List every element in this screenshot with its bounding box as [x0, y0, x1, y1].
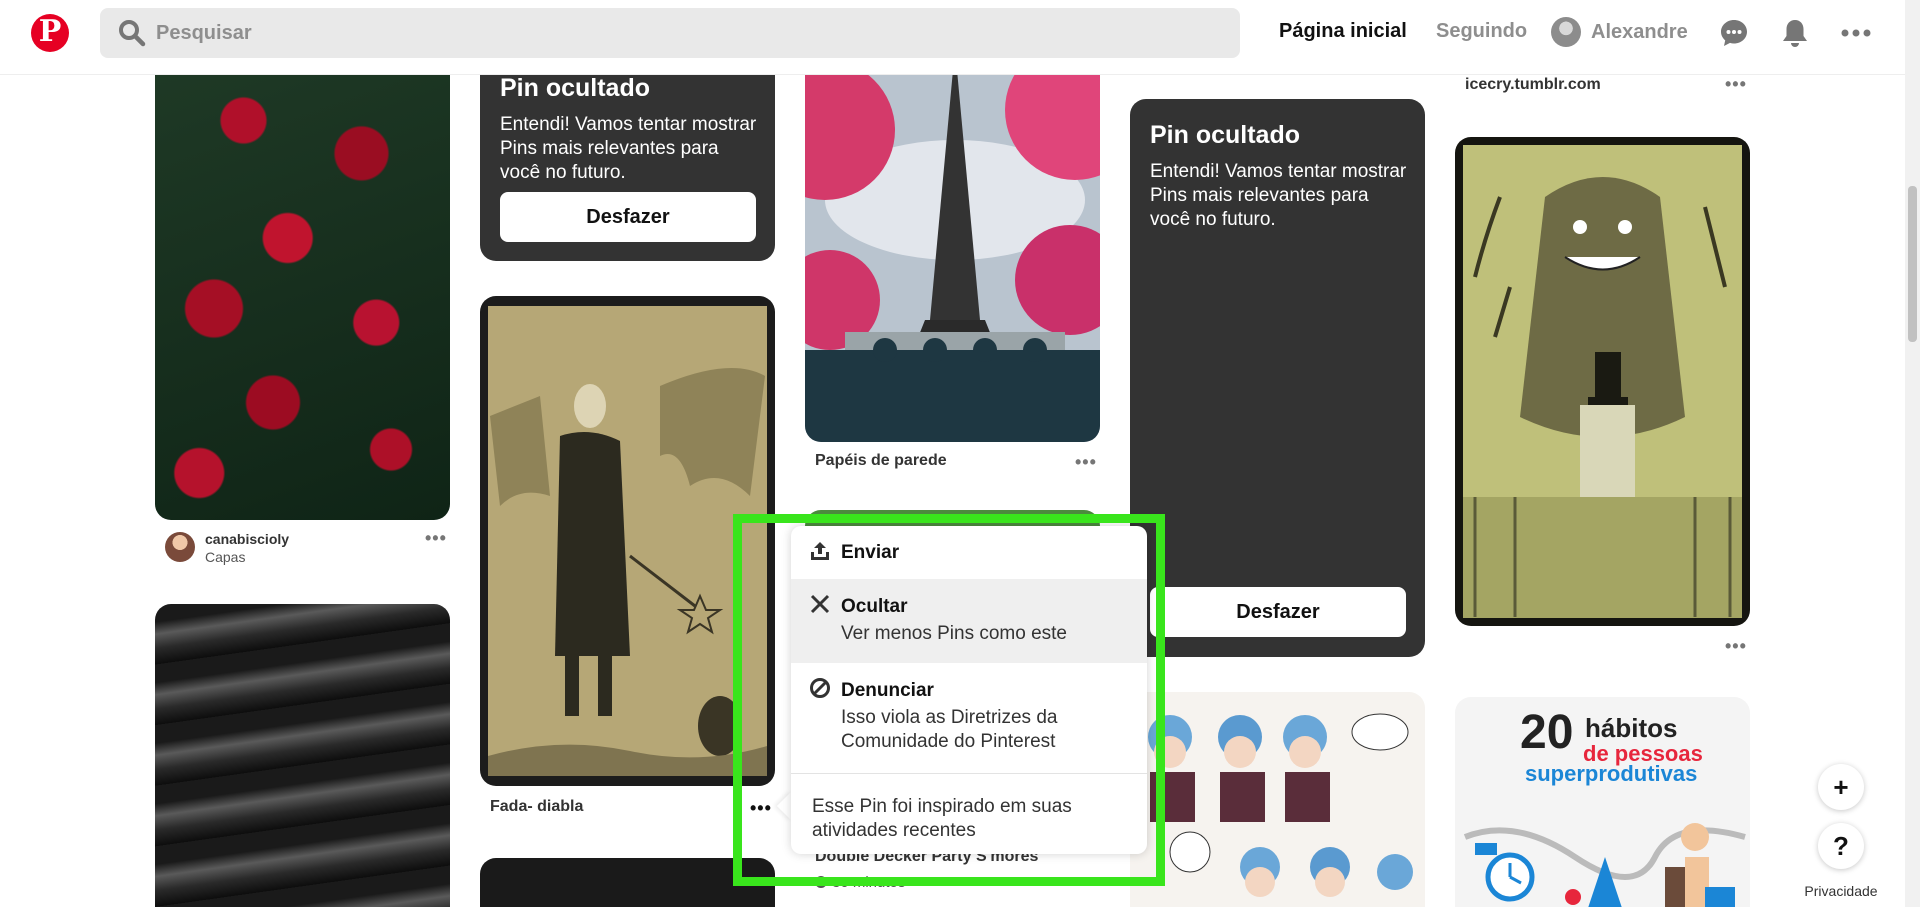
pin-image-bat-creature[interactable] — [480, 296, 775, 786]
page-scrollbar[interactable] — [1905, 0, 1920, 907]
search-input[interactable] — [156, 21, 1056, 45]
green-highlight-box — [733, 514, 1165, 886]
infographic-illustration — [1463, 823, 1746, 907]
hidden-pin-card: Pin ocultado Entendi! Vamos tentar mostr… — [480, 50, 775, 261]
nav-home[interactable]: Página inicial — [1279, 20, 1407, 43]
undo-button[interactable]: Desfazer — [1150, 587, 1406, 637]
messages-icon[interactable] — [1718, 17, 1750, 49]
pin-image-black-waves[interactable] — [155, 604, 450, 907]
nav-following[interactable]: Seguindo — [1436, 20, 1527, 43]
pin-image-paris[interactable] — [805, 50, 1100, 442]
hidden-pin-title: Pin ocultado — [500, 74, 650, 102]
top-header: P Página inicial Seguindo Alexandre — [0, 0, 1905, 74]
hidden-pin-card: Pin ocultado Entendi! Vamos tentar mostr… — [1130, 99, 1425, 657]
pin-more-button[interactable]: ••• — [1725, 636, 1747, 657]
hidden-pin-title: Pin ocultado — [1150, 121, 1300, 149]
avatar — [1551, 17, 1581, 47]
search-icon — [118, 19, 146, 47]
pin-board-name[interactable]: Capas — [205, 549, 245, 565]
pin-more-button[interactable]: ••• — [1725, 74, 1747, 95]
scrollbar-thumb[interactable] — [1908, 186, 1917, 342]
pin-image-infographic[interactable]: 20 hábitos de pessoas superprodutivas — [1455, 697, 1750, 907]
paris-illustration — [805, 50, 1100, 442]
green-monster-illustration — [1463, 145, 1742, 618]
author-avatar[interactable] — [165, 532, 195, 562]
hidden-pin-message: Entendi! Vamos tentar mostrar Pins mais … — [1150, 161, 1407, 230]
add-button[interactable]: + — [1818, 764, 1864, 810]
search-bar[interactable] — [100, 8, 1240, 58]
pin-author-name[interactable]: canabiscioly — [205, 531, 289, 547]
pin-more-button[interactable]: ••• — [425, 528, 447, 549]
pin-title[interactable]: icecry.tumblr.com — [1465, 76, 1601, 94]
pin-image-green-monster[interactable] — [1455, 137, 1750, 626]
pin-title[interactable]: Fada- diabla — [490, 798, 583, 816]
notifications-icon[interactable] — [1779, 17, 1811, 49]
comic-illustration — [1148, 713, 1413, 897]
infographic-number: 20 — [1520, 706, 1574, 759]
undo-button[interactable]: Desfazer — [500, 192, 756, 242]
pin-image-comic[interactable] — [1130, 692, 1425, 907]
pin-image-roses[interactable] — [155, 50, 450, 520]
pinterest-logo-icon: P — [38, 14, 62, 49]
help-button[interactable]: ? — [1818, 823, 1864, 869]
pin-image-dark[interactable] — [480, 858, 775, 907]
privacy-link[interactable]: Privacidade — [1797, 879, 1885, 903]
pinterest-logo[interactable]: P — [31, 14, 69, 52]
user-name: Alexandre — [1591, 20, 1688, 43]
pin-more-button[interactable]: ••• — [1075, 452, 1097, 473]
pin-title[interactable]: Papéis de parede — [815, 452, 947, 470]
infographic-word3: superprodutivas — [1525, 761, 1698, 786]
hidden-pin-message: Entendi! Vamos tentar mostrar Pins mais … — [500, 114, 757, 183]
infographic-word1: hábitos — [1585, 713, 1678, 743]
profile-link[interactable]: Alexandre — [1551, 17, 1688, 47]
bat-creature-illustration — [488, 306, 767, 776]
more-options-icon[interactable] — [1840, 17, 1872, 49]
